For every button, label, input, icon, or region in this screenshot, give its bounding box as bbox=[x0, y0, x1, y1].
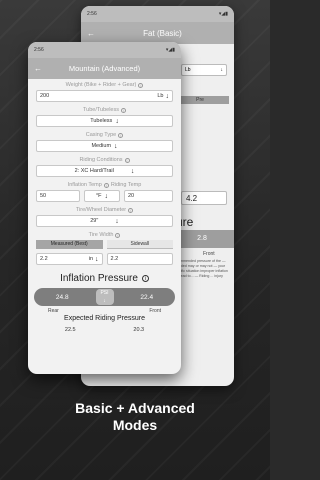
front-pressure-value: 22.4 bbox=[140, 293, 154, 301]
inflation-temp-field[interactable]: 50 bbox=[36, 190, 80, 202]
temp-labels: Inflation Temp i Riding Temp bbox=[36, 181, 173, 189]
info-icon[interactable]: i bbox=[118, 132, 124, 138]
temp-unit-select[interactable]: °F ↓ bbox=[84, 190, 120, 202]
chevron-down-icon: ↓ bbox=[220, 67, 224, 73]
chevron-down-icon: ↓ bbox=[103, 298, 106, 304]
info-icon[interactable]: i bbox=[141, 275, 149, 282]
status-time: 2:56 bbox=[34, 47, 44, 53]
chevron-down-icon: ↓ bbox=[130, 167, 135, 175]
pressure-unit-toggle[interactable]: PSI ↓ bbox=[95, 289, 114, 305]
weight-value: 200 bbox=[40, 93, 50, 99]
width-unit[interactable]: in bbox=[89, 256, 93, 262]
chevron-down-icon[interactable]: ↓ bbox=[166, 93, 170, 100]
screen-title: Fat (Basic) bbox=[143, 28, 182, 38]
chevron-down-icon: ↓ bbox=[115, 117, 119, 125]
diameter-value: 29" bbox=[90, 218, 99, 224]
riding-temp-field[interactable]: 20 bbox=[124, 190, 173, 202]
rear-front-labels: Rear Front bbox=[36, 306, 173, 314]
casing-value: Medium bbox=[91, 143, 112, 149]
weight-field[interactable]: 200 Lb ↓ bbox=[36, 90, 173, 102]
disclaimer-text: recommended pressure of the — provided m… bbox=[173, 259, 228, 278]
back-arrow-icon[interactable]: ← bbox=[34, 64, 44, 73]
app-bar: ← Mountain (Advanced) bbox=[28, 58, 181, 79]
tube-select[interactable]: Tubeless ↓ bbox=[36, 115, 173, 127]
chevron-down-icon: ↓ bbox=[115, 217, 119, 225]
rear-label: Rear bbox=[48, 308, 59, 314]
riding-temp-label: Riding Temp bbox=[110, 182, 142, 188]
tab-measured[interactable]: Measured (Best) bbox=[36, 240, 103, 249]
status-bar: 2:56 ▾◢▮ bbox=[81, 6, 234, 22]
value-field[interactable]: 4.2 bbox=[181, 191, 227, 205]
caption-line-1: Basic + Advanced bbox=[75, 400, 195, 416]
expected-front-value: 20.3 bbox=[133, 327, 145, 333]
caption-line-2: Modes bbox=[112, 417, 158, 433]
phone-advanced-screen: 2:56 ▾◢▮ ← Mountain (Advanced) Weight (B… bbox=[28, 42, 181, 374]
casing-select[interactable]: Medium ↓ bbox=[36, 140, 173, 152]
width-tabs: Measured (Best) Sidewall bbox=[36, 240, 173, 249]
width-sidewall-field[interactable]: 2.2 bbox=[106, 253, 173, 265]
diameter-select[interactable]: 29" ↓ bbox=[36, 215, 173, 227]
chevron-down-icon: ↓ bbox=[104, 192, 109, 200]
front-label: Front bbox=[203, 251, 215, 257]
conditions-select[interactable]: 2: XC Hard/Trail ↓ bbox=[36, 165, 173, 177]
pressure-bar: 24.8 22.4 PSI ↓ bbox=[34, 288, 175, 306]
info-icon[interactable]: i bbox=[138, 82, 144, 88]
promo-caption: Basic + Advanced Modes bbox=[0, 400, 270, 434]
app-bar: ← Fat (Basic) bbox=[81, 22, 234, 44]
weight-unit-select[interactable]: Lb ↓ bbox=[181, 64, 227, 76]
status-bar: 2:56 ▾◢▮ bbox=[28, 42, 181, 58]
weight-label: Weight (Bike + Rider + Gear) i bbox=[36, 81, 173, 89]
expected-pressure-title: Expected Riding Pressure bbox=[64, 315, 145, 322]
inflation-temp-label: Inflation Temp bbox=[67, 182, 102, 188]
chevron-down-icon: ↓ bbox=[114, 142, 118, 150]
pressure-title: Inflation Pressure i bbox=[36, 273, 173, 284]
chevron-down-icon[interactable]: ↓ bbox=[95, 256, 99, 263]
tube-value: Tubeless bbox=[90, 118, 113, 124]
info-icon[interactable]: i bbox=[128, 207, 134, 213]
casing-label: Casing Type i bbox=[36, 131, 173, 139]
weight-unit[interactable]: Lb bbox=[157, 93, 163, 99]
conditions-label: Riding Conditions i bbox=[36, 156, 173, 164]
screen-title: Mountain (Advanced) bbox=[68, 64, 141, 73]
info-icon[interactable]: i bbox=[103, 182, 109, 188]
info-icon[interactable]: i bbox=[124, 157, 130, 163]
expected-pressure-values: 22.5 20.3 bbox=[36, 327, 173, 333]
info-icon[interactable]: i bbox=[115, 232, 121, 238]
pressure-value: 2.8 bbox=[197, 235, 207, 242]
width-label: Tire Width i bbox=[36, 231, 173, 239]
status-icons: ▾◢▮ bbox=[218, 11, 228, 17]
conditions-value: 2: XC Hard/Trail bbox=[74, 168, 114, 174]
status-time: 2:56 bbox=[87, 11, 97, 17]
back-arrow-icon[interactable]: ← bbox=[87, 29, 97, 38]
diameter-label: Tire/Wheel Diameter i bbox=[36, 206, 173, 214]
tube-label: Tube/Tubeless i bbox=[36, 106, 173, 114]
status-icons: ▾◢▮ bbox=[165, 47, 175, 53]
front-label: Front bbox=[149, 308, 161, 314]
info-icon[interactable]: i bbox=[120, 107, 126, 113]
rear-pressure-value: 24.8 bbox=[55, 293, 69, 301]
width-measured-field[interactable]: 2.2 in ↓ bbox=[36, 253, 103, 265]
unit-value: Lb bbox=[185, 67, 191, 73]
expected-rear-value: 22.5 bbox=[64, 327, 76, 333]
tab-sidewall[interactable]: Sidewall bbox=[106, 240, 173, 249]
